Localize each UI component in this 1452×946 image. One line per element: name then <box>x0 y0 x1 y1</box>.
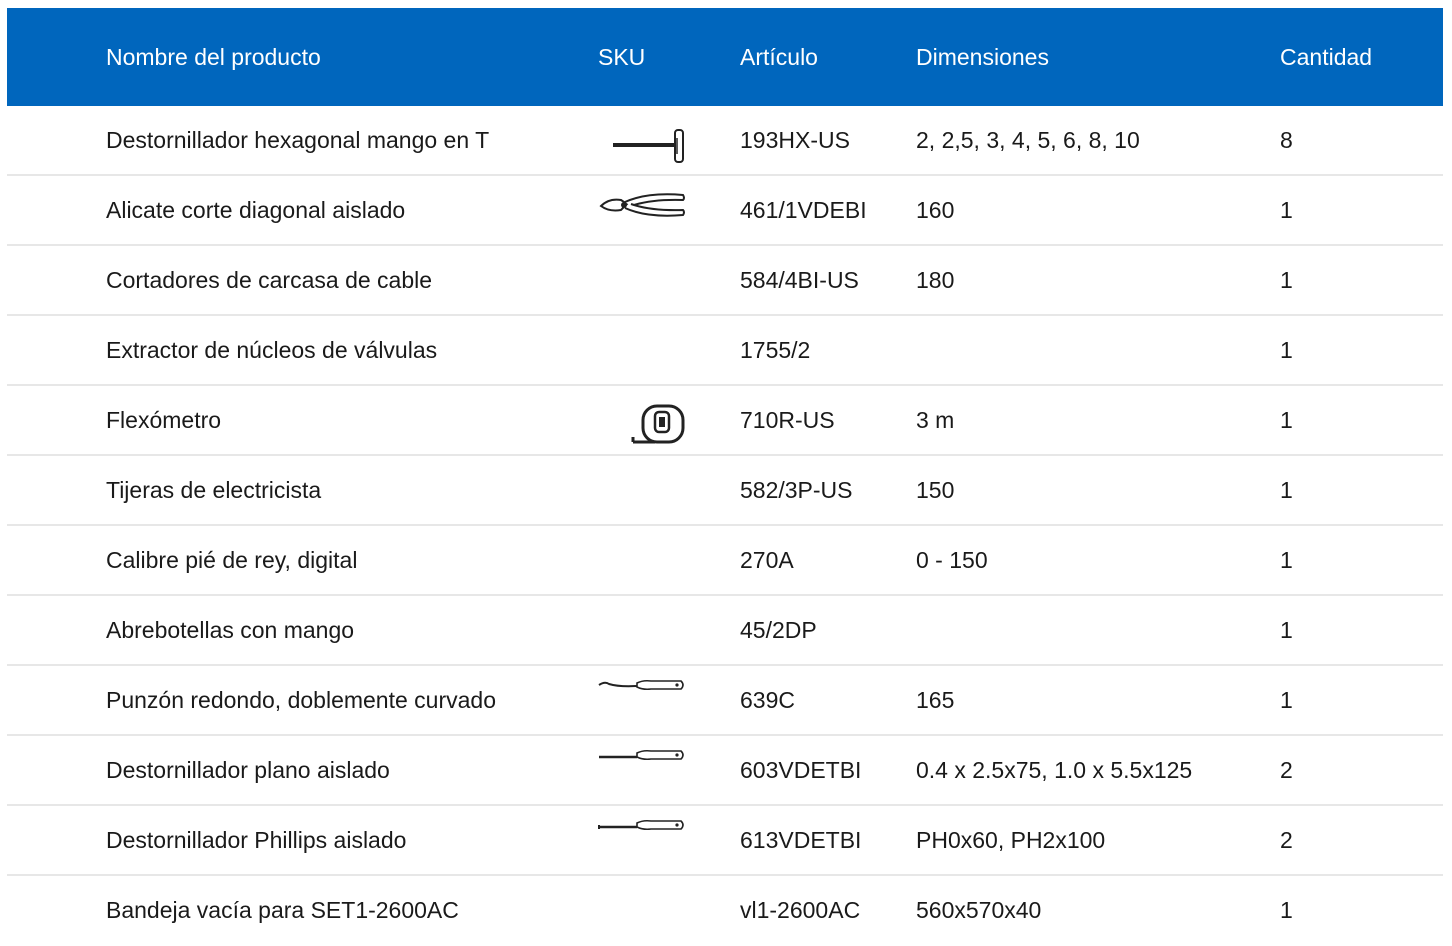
quantity: 1 <box>1280 336 1293 363</box>
product-name: Destornillador Phillips aislado <box>106 826 407 853</box>
table-row: Alicate corte diagonal aislado 461/1VDEBI… <box>7 176 1443 246</box>
article-number: 584/4BI-US <box>740 266 859 293</box>
product-name: Destornillador plano aislado <box>106 756 390 783</box>
product-name: Destornillador hexagonal mango en T <box>106 126 490 153</box>
quantity: 1 <box>1280 196 1293 223</box>
table-row: Tijeras de electricista 582/3P-US 150 1 <box>7 456 1443 526</box>
product-name: Alicate corte diagonal aislado <box>106 196 406 223</box>
quantity: 1 <box>1280 896 1293 923</box>
quantity: 2 <box>1280 826 1293 853</box>
article-number: 270A <box>740 546 794 573</box>
product-name: Abrebotellas con mango <box>106 616 355 643</box>
article-number: 193HX-US <box>740 126 850 153</box>
dimensions: 160 <box>916 196 955 223</box>
header-dimensions: Dimensiones <box>916 43 1049 70</box>
table-row: Cortadores de carcasa de cable 584/4BI-US… <box>7 246 1443 316</box>
table-row: Extractor de núcleos de válvulas 1755/2 1 <box>7 316 1443 386</box>
article-number: 603VDETBI <box>740 756 862 783</box>
header-quantity: Cantidad <box>1280 43 1373 70</box>
product-name: Cortadores de carcasa de cable <box>106 266 433 293</box>
table-row: Punzón redondo, doblemente curvado 639C 16… <box>7 666 1443 736</box>
quantity: 2 <box>1280 756 1293 783</box>
dimensions: 0.4 x 2.5x75, 1.0 x 5.5x125 <box>916 756 1193 783</box>
article-number: 1755/2 <box>740 336 811 363</box>
quantity: 1 <box>1280 406 1293 433</box>
dimensions: 150 <box>916 476 955 503</box>
product-name: Calibre pié de rey, digital <box>106 546 358 573</box>
dimensions: 180 <box>916 266 955 293</box>
dimensions: 165 <box>916 686 955 713</box>
header-sku: SKU <box>598 43 646 70</box>
product-table: Nombre del producto SKU Artículo Dimensi… <box>7 8 1443 944</box>
t-handle-hex-key-icon <box>597 106 687 174</box>
curved-awl-icon <box>597 666 687 734</box>
article-number: vl1-2600AC <box>740 896 861 923</box>
product-name: Punzón redondo, doblemente curvado <box>106 686 497 713</box>
article-number: 461/1VDEBI <box>740 196 867 223</box>
quantity: 1 <box>1280 546 1293 573</box>
article-number: 639C <box>740 686 795 713</box>
table-row: Calibre pié de rey, digital 270A 0 - 150 1 <box>7 526 1443 596</box>
table-row: Destornillador hexagonal mango en T 193HX… <box>7 106 1443 176</box>
article-number: 582/3P-US <box>740 476 853 503</box>
quantity: 1 <box>1280 686 1293 713</box>
table-row: Abrebotellas con mango 45/2DP 1 <box>7 596 1443 666</box>
header-article: Artículo <box>740 43 818 70</box>
tape-measure-icon <box>597 386 687 454</box>
diagonal-cutter-pliers-icon <box>597 176 687 244</box>
quantity: 1 <box>1280 266 1293 293</box>
dimensions: PH0x60, PH2x100 <box>916 826 1106 853</box>
article-number: 613VDETBI <box>740 826 862 853</box>
product-name: Flexómetro <box>106 406 222 433</box>
table-row: Destornillador Phillips aislado 613VDETBI… <box>7 806 1443 876</box>
table-row: Bandeja vacía para SET1-2600AC vl1-2600AC… <box>7 876 1443 944</box>
quantity: 8 <box>1280 126 1293 153</box>
phillips-screwdriver-icon <box>597 806 687 874</box>
quantity: 1 <box>1280 476 1293 503</box>
dimensions: 3 m <box>916 406 955 433</box>
dimensions: 560x570x40 <box>916 896 1042 923</box>
dimensions: 2, 2,5, 3, 4, 5, 6, 8, 10 <box>916 126 1140 153</box>
article-number: 710R-US <box>740 406 835 433</box>
product-name: Tijeras de electricista <box>106 476 322 503</box>
article-number: 45/2DP <box>740 616 817 643</box>
table-row: Destornillador plano aislado 603VDETBI 0.4… <box>7 736 1443 806</box>
table-row: Flexómetro 710R-US 3 m 1 <box>7 386 1443 456</box>
table-body: Destornillador hexagonal mango en T 193HX… <box>7 106 1443 944</box>
table-header: Nombre del producto SKU Artículo Dimensi… <box>7 8 1443 106</box>
quantity: 1 <box>1280 616 1293 643</box>
dimensions: 0 - 150 <box>916 546 988 573</box>
product-name: Extractor de núcleos de válvulas <box>106 336 438 363</box>
header-name: Nombre del producto <box>106 43 321 70</box>
product-name: Bandeja vacía para SET1-2600AC <box>106 896 459 923</box>
flat-screwdriver-icon <box>597 736 687 804</box>
